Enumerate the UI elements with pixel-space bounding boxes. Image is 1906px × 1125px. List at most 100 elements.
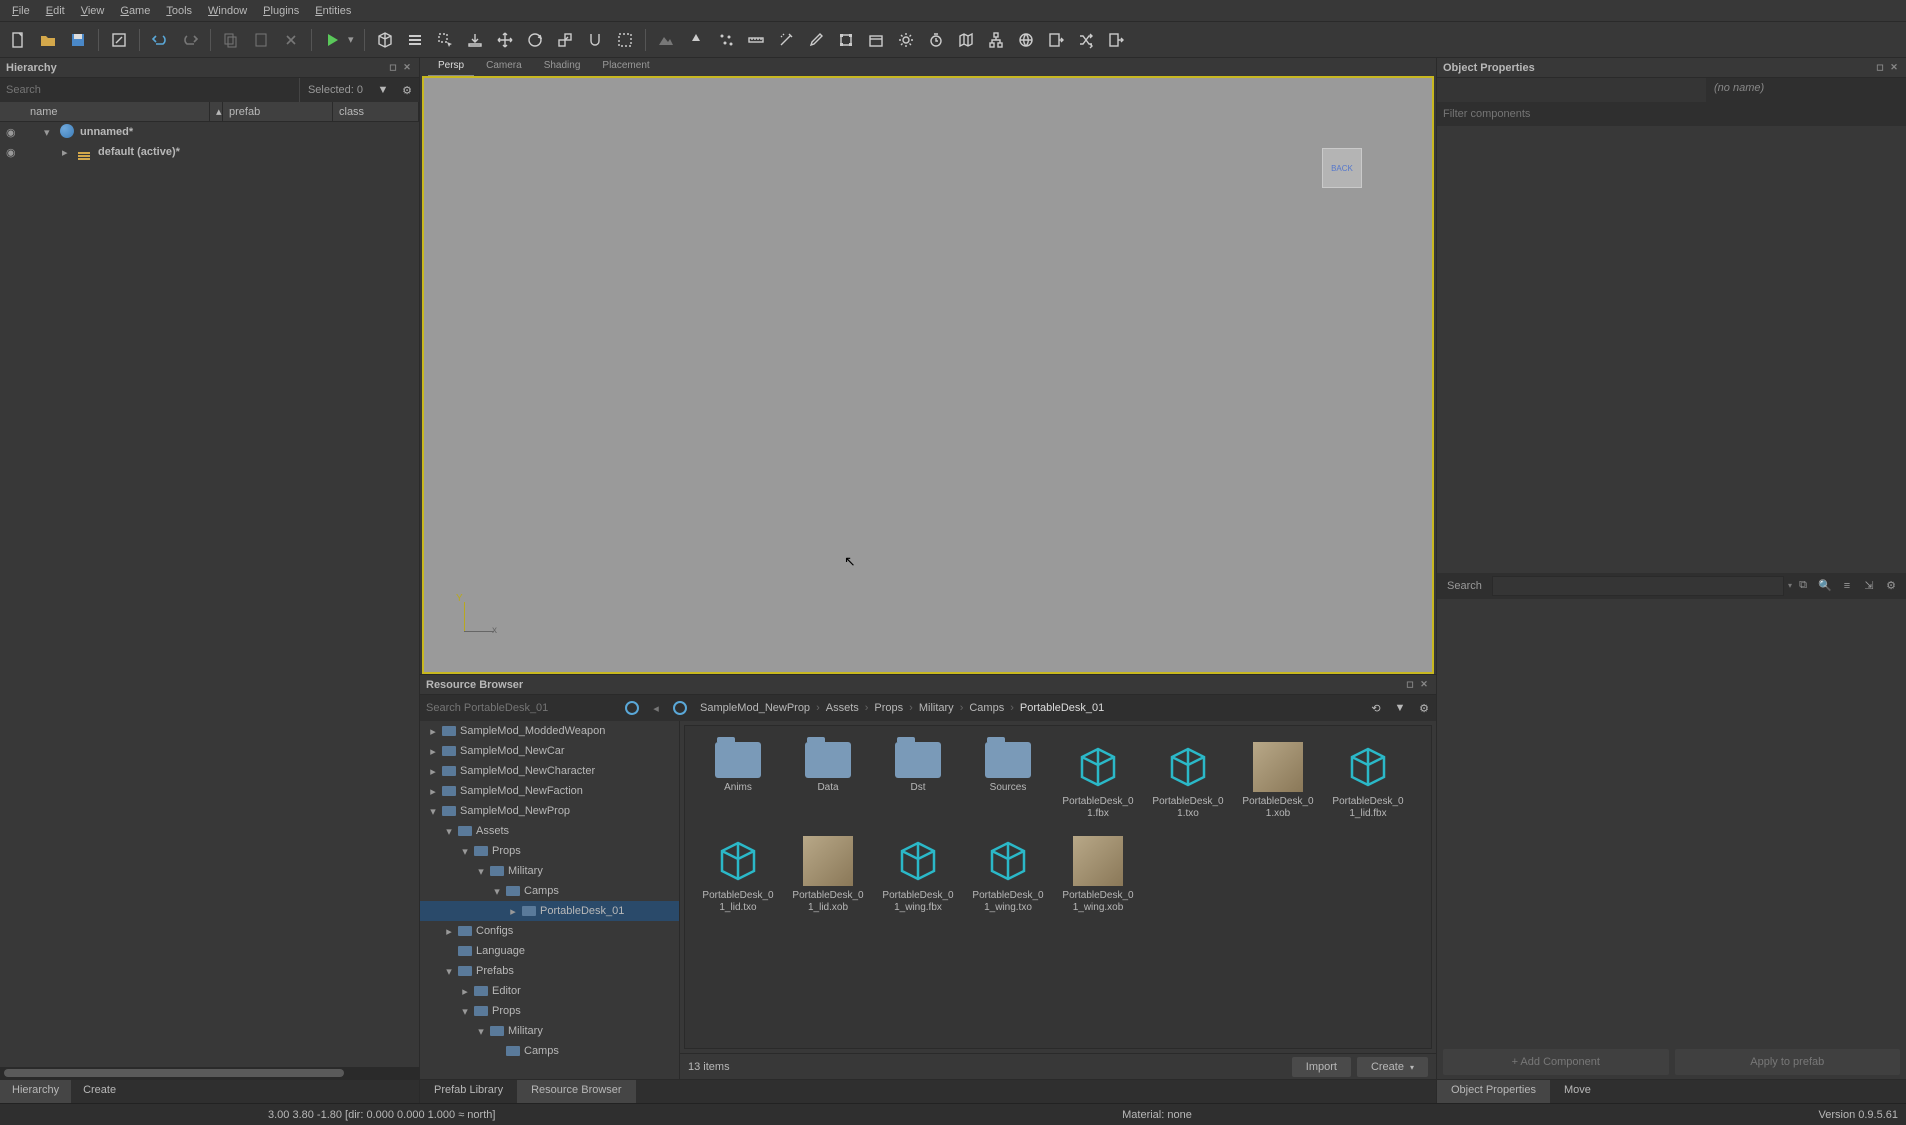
resource-tree-item[interactable]: Language	[420, 941, 679, 961]
resource-tree-item[interactable]: ▸Editor	[420, 981, 679, 1001]
viewport-tab-persp[interactable]: Persp	[428, 58, 474, 76]
expand-icon[interactable]: ⇲	[1858, 575, 1880, 597]
archive-icon[interactable]	[862, 26, 890, 54]
apply-to-prefab-button[interactable]: Apply to prefab	[1675, 1049, 1901, 1075]
resource-tree-item[interactable]: ▾Prefabs	[420, 961, 679, 981]
breadcrumb-item[interactable]: Props	[874, 702, 903, 714]
panel-popout-icon[interactable]: ◻	[1874, 62, 1886, 74]
hierarchy-hscroll[interactable]	[0, 1067, 419, 1079]
panel-close-icon[interactable]: ✕	[1888, 62, 1900, 74]
refresh-icon[interactable]: ⟲	[1364, 696, 1388, 720]
search-back-icon[interactable]: ◂	[644, 696, 668, 720]
resource-item[interactable]: PortableDesk_01.xob	[1237, 738, 1319, 824]
import-button[interactable]: Import	[1292, 1057, 1351, 1077]
resource-item[interactable]: Sources	[967, 738, 1049, 824]
exit-icon[interactable]	[1102, 26, 1130, 54]
panel-popout-icon[interactable]: ◻	[387, 62, 399, 74]
resource-item[interactable]: PortableDesk_01_wing.txo	[967, 832, 1049, 918]
resource-item[interactable]: PortableDesk_01_lid.fbx	[1327, 738, 1409, 824]
tab-object-properties[interactable]: Object Properties	[1437, 1080, 1550, 1103]
toggle-icon[interactable]: ▾	[44, 126, 56, 139]
play-icon[interactable]	[318, 26, 346, 54]
import-icon[interactable]	[461, 26, 489, 54]
menu-entities[interactable]: Entities	[307, 3, 359, 19]
gear-icon[interactable]: ⚙	[395, 78, 419, 102]
resource-item[interactable]: Data	[787, 738, 869, 824]
menu-plugins[interactable]: Plugins	[255, 3, 307, 19]
hierarchy-tree[interactable]: ◉ ▾ unnamed* ◉ ▸ default (active)*	[0, 122, 419, 1067]
tree-icon[interactable]	[682, 26, 710, 54]
open-external-icon[interactable]: ⧉	[1792, 575, 1814, 597]
resource-tree-item[interactable]: ▾Assets	[420, 821, 679, 841]
menu-tools[interactable]: Tools	[158, 3, 200, 19]
export-icon[interactable]	[1042, 26, 1070, 54]
filter-icon[interactable]: ▼	[371, 78, 395, 102]
filter-components-input[interactable]	[1437, 102, 1906, 126]
menu-edit[interactable]: Edit	[38, 3, 73, 19]
resource-tree-item[interactable]: Camps	[420, 1041, 679, 1061]
resource-item[interactable]: Anims	[697, 738, 779, 824]
search-clear-icon[interactable]	[620, 696, 644, 720]
filter-icon[interactable]: ▼	[1388, 696, 1412, 720]
object-name-field[interactable]: (no name)	[1706, 78, 1906, 102]
select-icon[interactable]	[431, 26, 459, 54]
resource-tree-item[interactable]: ▾Props	[420, 1001, 679, 1021]
save-icon[interactable]	[64, 26, 92, 54]
rotate-icon[interactable]	[521, 26, 549, 54]
tab-hierarchy[interactable]: Hierarchy	[0, 1080, 71, 1103]
gear-icon[interactable]: ⚙	[1412, 696, 1436, 720]
resource-tree-item[interactable]: ▾Props	[420, 841, 679, 861]
resource-tree-item[interactable]: ▾Camps	[420, 881, 679, 901]
resource-tree[interactable]: ▸SampleMod_ModdedWeapon▸SampleMod_NewCar…	[420, 721, 680, 1079]
move-icon[interactable]	[491, 26, 519, 54]
breadcrumb-item[interactable]: Camps	[969, 702, 1004, 714]
gear-icon[interactable]: ⚙	[1880, 575, 1902, 597]
resource-grid[interactable]: AnimsDataDstSourcesPortableDesk_01.fbxPo…	[684, 725, 1432, 1049]
breadcrumb-item[interactable]: PortableDesk_01	[1020, 702, 1104, 714]
edit-icon[interactable]	[105, 26, 133, 54]
new-file-icon[interactable]	[4, 26, 32, 54]
tree-view-icon[interactable]: ≡	[1836, 575, 1858, 597]
ruler-icon[interactable]	[742, 26, 770, 54]
visibility-icon[interactable]: ◉	[6, 126, 20, 139]
view-cube[interactable]: BACK	[1312, 138, 1372, 198]
scale-icon[interactable]	[551, 26, 579, 54]
breadcrumb-item[interactable]: Military	[919, 702, 954, 714]
settings-icon[interactable]	[892, 26, 920, 54]
panel-close-icon[interactable]: ✕	[401, 62, 413, 74]
search-go-icon[interactable]	[668, 696, 692, 720]
undo-icon[interactable]	[146, 26, 174, 54]
timer-icon[interactable]	[922, 26, 950, 54]
vertex-icon[interactable]	[832, 26, 860, 54]
property-search-input[interactable]	[1492, 576, 1784, 596]
resource-item[interactable]: PortableDesk_01.fbx	[1057, 738, 1139, 824]
tree-row[interactable]: ◉ ▸ default (active)*	[0, 142, 419, 162]
resource-tree-item[interactable]: ▾SampleMod_NewProp	[420, 801, 679, 821]
hierarchy-icon[interactable]	[982, 26, 1010, 54]
tab-create[interactable]: Create	[71, 1080, 128, 1103]
brush-icon[interactable]	[802, 26, 830, 54]
viewport-tab-camera[interactable]: Camera	[476, 58, 532, 76]
menu-window[interactable]: Window	[200, 3, 255, 19]
breadcrumb-item[interactable]: SampleMod_NewProp	[700, 702, 810, 714]
terrain-icon[interactable]	[652, 26, 680, 54]
resource-item[interactable]: PortableDesk_01_wing.xob	[1057, 832, 1139, 918]
globe-icon[interactable]	[1012, 26, 1040, 54]
redo-icon[interactable]	[176, 26, 204, 54]
add-component-button[interactable]: + Add Component	[1443, 1049, 1669, 1075]
map-icon[interactable]	[952, 26, 980, 54]
particles-icon[interactable]	[712, 26, 740, 54]
panel-close-icon[interactable]: ✕	[1418, 679, 1430, 691]
resource-item[interactable]: PortableDesk_01.txo	[1147, 738, 1229, 824]
hierarchy-search-input[interactable]	[0, 84, 299, 96]
menu-game[interactable]: Game	[112, 3, 158, 19]
resource-tree-item[interactable]: ▸SampleMod_NewCharacter	[420, 761, 679, 781]
search-icon[interactable]: 🔍	[1814, 575, 1836, 597]
menu-file[interactable]: File	[4, 3, 38, 19]
resource-tree-item[interactable]: ▾Military	[420, 861, 679, 881]
resource-item[interactable]: PortableDesk_01_wing.fbx	[877, 832, 959, 918]
open-folder-icon[interactable]	[34, 26, 62, 54]
resource-tree-item[interactable]: ▸SampleMod_NewCar	[420, 741, 679, 761]
create-button[interactable]: Create▾	[1357, 1057, 1428, 1077]
resource-search-input[interactable]	[420, 702, 620, 714]
